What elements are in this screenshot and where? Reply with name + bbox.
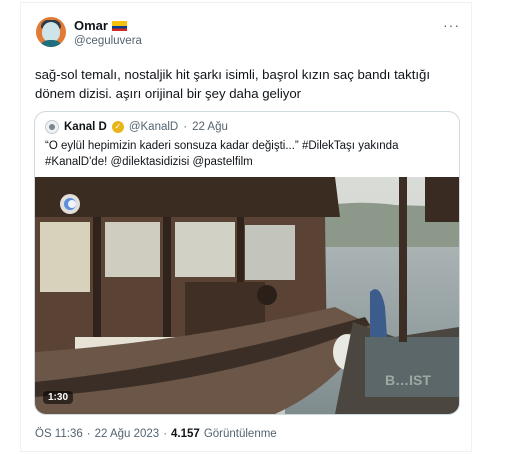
flag-icon	[111, 20, 127, 31]
tweet-date[interactable]: 22 Ağu 2023	[95, 428, 160, 440]
tweet-text: sağ-sol temalı, nostaljik hit şarkı isim…	[35, 67, 431, 101]
tweet-card: Omar @ceguluvera ··· sağ-sol temalı, nos…	[20, 2, 472, 452]
tweet-time[interactable]: ÖS 11:36	[35, 428, 83, 440]
video-duration: 1:30	[43, 391, 74, 404]
views-label: Görüntülenme	[203, 428, 277, 440]
quoted-tweet-text: “O eylül hepimizin kaderi sonsuza kadar …	[45, 140, 399, 168]
quoted-tweet-header: Kanal D ✓ @KanalD · 22 Ağu	[45, 120, 228, 134]
user-avatar-icon[interactable]	[36, 17, 66, 47]
quoted-user-avatar-icon[interactable]	[45, 120, 59, 134]
author-handle[interactable]: @ceguluvera	[74, 35, 142, 47]
author-display-name[interactable]: Omar	[74, 18, 108, 33]
tweet-footer: ÖS 11:36 · 22 Ağu 2023 · 4.157 Görüntüle…	[35, 428, 277, 440]
footer-separator-2: ·	[163, 428, 168, 440]
views-count: 4.157	[171, 428, 200, 440]
quoted-tweet[interactable]: Kanal D ✓ @KanalD · 22 Ağu “O eylül hepi…	[34, 111, 460, 415]
quoted-display-name[interactable]: Kanal D	[64, 121, 107, 133]
author-name-row: Omar	[74, 18, 127, 33]
channel-logo-icon	[60, 194, 80, 214]
quoted-date[interactable]: 22 Ağu	[192, 121, 228, 133]
verified-badge-icon: ✓	[111, 121, 124, 133]
video-watermark: B…IST	[385, 372, 431, 388]
footer-separator: ·	[86, 428, 91, 440]
video-thumbnail: B…IST	[35, 177, 459, 414]
quoted-handle[interactable]: @KanalD	[129, 121, 178, 133]
more-options-icon[interactable]: ···	[443, 17, 460, 33]
video-player[interactable]: B…IST 1:30	[35, 177, 459, 414]
quoted-separator: ·	[183, 121, 188, 133]
